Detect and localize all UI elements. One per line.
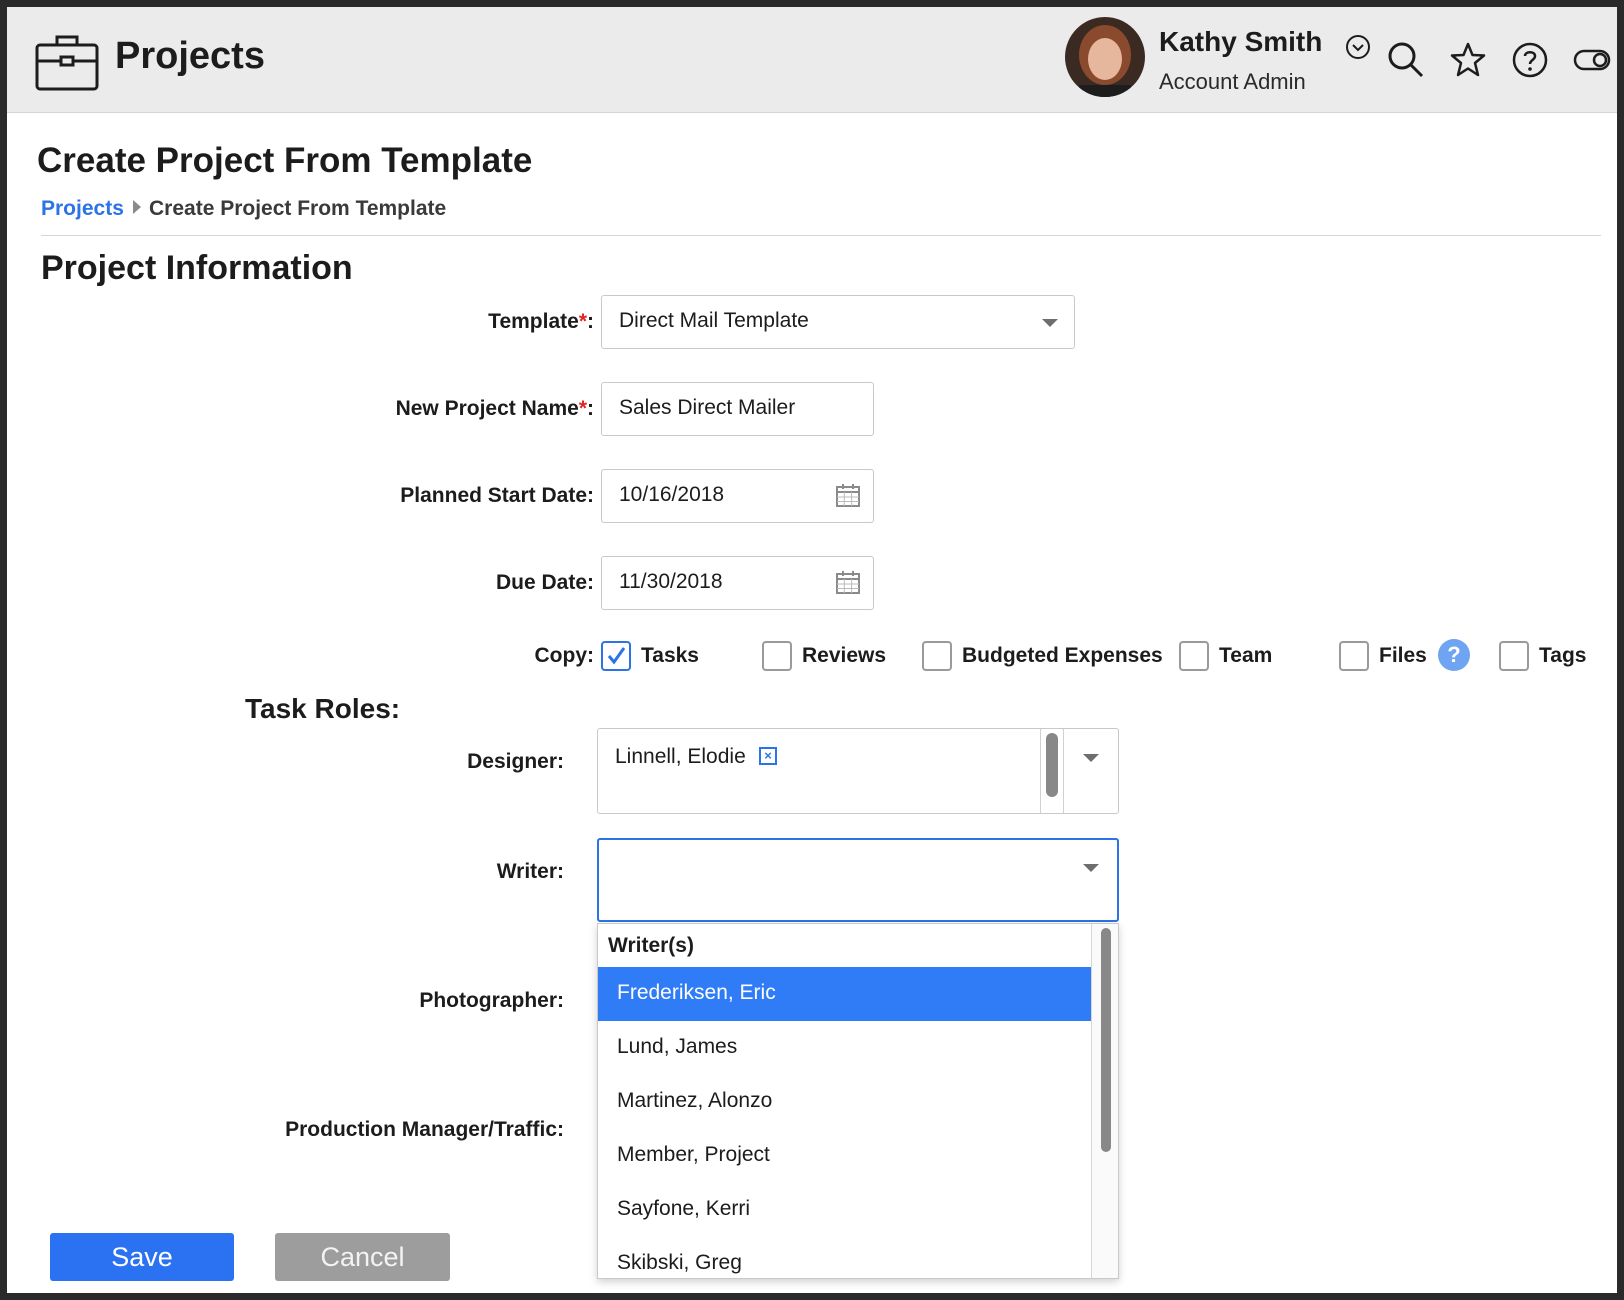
writer-multiselect[interactable]	[597, 838, 1119, 922]
start-date-input[interactable]: 10/16/2018	[601, 469, 874, 523]
toggle-icon[interactable]	[1573, 41, 1611, 79]
app-title: Projects	[115, 35, 265, 77]
writer-dropdown-list: Writer(s) Frederiksen, Eric Lund, James …	[597, 923, 1119, 1279]
copy-budgeted-expenses-label: Budgeted Expenses	[962, 644, 1163, 667]
user-name[interactable]: Kathy Smith	[1159, 26, 1322, 58]
list-item[interactable]: Member, Project	[598, 1129, 1092, 1183]
template-value: Direct Mail Template	[619, 309, 809, 332]
designer-multiselect[interactable]: Linnell, Elodie	[597, 728, 1119, 814]
briefcase-icon	[35, 35, 99, 91]
divider	[41, 235, 1601, 236]
due-date-value: 11/30/2018	[619, 570, 723, 593]
scrollbar-track[interactable]	[1091, 924, 1118, 1278]
check-icon	[607, 647, 626, 665]
chevron-down-icon[interactable]	[1345, 34, 1371, 60]
copy-tags-label: Tags	[1539, 644, 1587, 667]
chevron-down-icon[interactable]	[1083, 754, 1099, 762]
chevron-down-icon[interactable]	[1083, 864, 1099, 872]
start-date-label: Planned Start Date:	[400, 484, 594, 507]
copy-team-checkbox[interactable]	[1179, 641, 1209, 671]
calendar-icon[interactable]	[835, 482, 861, 508]
copy-budgeted-expenses-checkbox[interactable]	[922, 641, 952, 671]
avatar[interactable]	[1065, 17, 1145, 97]
project-name-value: Sales Direct Mailer	[619, 396, 796, 419]
list-item[interactable]: Sayfone, Kerri	[598, 1183, 1092, 1237]
designer-label: Designer:	[467, 750, 564, 773]
copy-files-checkbox[interactable]	[1339, 641, 1369, 671]
calendar-icon[interactable]	[835, 569, 861, 595]
cancel-button[interactable]: Cancel	[275, 1233, 450, 1281]
divider	[1063, 729, 1064, 813]
project-name-label: New Project Name*:	[395, 397, 594, 420]
copy-team-label: Team	[1219, 644, 1273, 667]
divider	[1040, 729, 1041, 813]
copy-tasks-checkbox[interactable]	[601, 641, 631, 671]
app-window: Projects Kathy Smith Account Admin Creat…	[0, 0, 1624, 1300]
task-roles-title: Task Roles:	[245, 693, 401, 724]
breadcrumb-separator-icon	[133, 200, 141, 214]
copy-label: Copy:	[534, 644, 595, 667]
list-item[interactable]: Skibski, Greg	[598, 1237, 1092, 1278]
production-manager-label: Production Manager/Traffic:	[285, 1118, 564, 1141]
breadcrumb-projects-link[interactable]: Projects	[41, 197, 124, 221]
remove-tag-icon[interactable]: ×	[759, 747, 777, 765]
template-select[interactable]: Direct Mail Template	[601, 295, 1075, 349]
list-item[interactable]: Martinez, Alonzo	[598, 1075, 1092, 1129]
chevron-down-icon	[1042, 319, 1058, 327]
search-icon[interactable]	[1387, 41, 1425, 79]
start-date-value: 10/16/2018	[619, 483, 725, 506]
project-name-input[interactable]: Sales Direct Mailer	[601, 382, 874, 436]
breadcrumb-current: Create Project From Template	[149, 197, 447, 220]
photographer-label: Photographer:	[419, 989, 564, 1012]
copy-reviews-checkbox[interactable]	[762, 641, 792, 671]
due-date-label: Due Date:	[495, 571, 594, 594]
list-item[interactable]: Frederiksen, Eric	[598, 967, 1092, 1021]
page-title: Create Project From Template	[37, 141, 533, 180]
help-icon[interactable]	[1511, 41, 1549, 79]
user-role: Account Admin	[1159, 69, 1306, 94]
writer-label: Writer:	[496, 860, 564, 883]
files-help-icon[interactable]: ?	[1438, 639, 1470, 671]
top-bar: Projects Kathy Smith Account Admin	[7, 7, 1617, 113]
section-title: Project Information	[41, 249, 353, 287]
designer-selected-tag: Linnell, Elodie	[615, 745, 746, 768]
star-icon[interactable]	[1449, 41, 1487, 79]
scrollbar-thumb[interactable]	[1101, 928, 1111, 1152]
template-label: Template*:	[488, 310, 594, 333]
dropdown-group-header: Writer(s)	[608, 934, 694, 957]
copy-tasks-label: Tasks	[641, 644, 699, 667]
copy-files-label: Files	[1379, 644, 1427, 667]
copy-reviews-label: Reviews	[802, 644, 887, 667]
save-button[interactable]: Save	[50, 1233, 234, 1281]
list-item[interactable]: Lund, James	[598, 1021, 1092, 1075]
scrollbar-thumb[interactable]	[1046, 733, 1058, 797]
due-date-input[interactable]: 11/30/2018	[601, 556, 874, 610]
copy-tags-checkbox[interactable]	[1499, 641, 1529, 671]
